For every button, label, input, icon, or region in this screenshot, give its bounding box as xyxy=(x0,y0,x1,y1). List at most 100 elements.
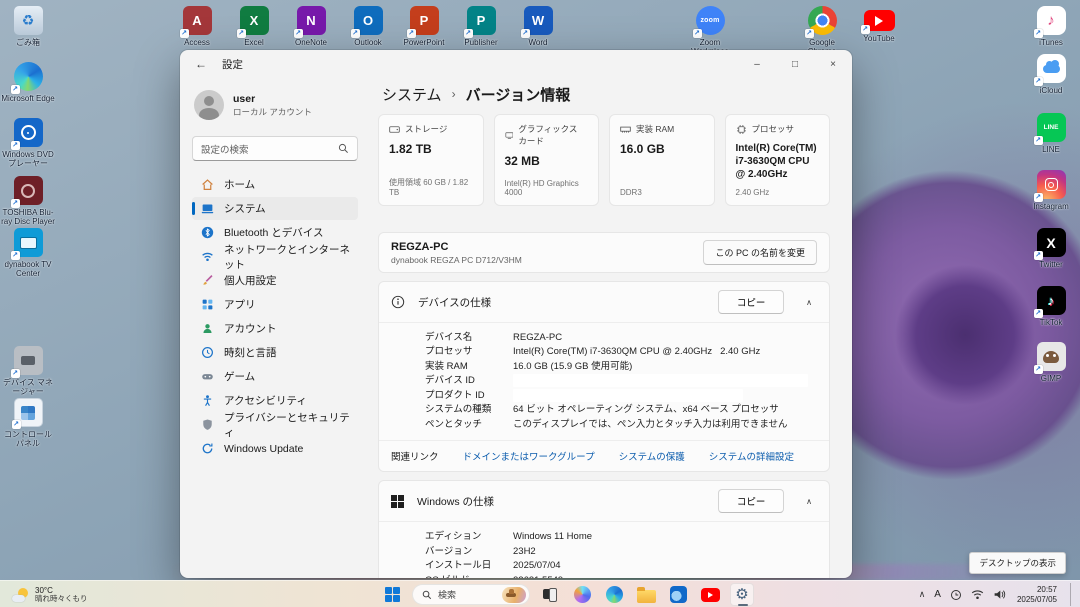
desktop-icon-access[interactable]: A↗ Access xyxy=(169,6,225,47)
nav-item-windows-update[interactable]: Windows Update xyxy=(192,437,358,460)
copy-windows-spec-button[interactable]: コピー xyxy=(718,489,784,513)
account-banner[interactable]: user ローカル アカウント xyxy=(194,90,358,120)
desktop-icon-device-manager[interactable]: ↗ デバイス マネージャー xyxy=(0,346,56,396)
shortcut-arrow-icon: ↗ xyxy=(464,29,473,38)
clock[interactable]: 20:57 2025/07/05 xyxy=(1017,585,1057,605)
chevron-up-icon[interactable]: ∧ xyxy=(806,497,812,506)
desktop-icon-onenote[interactable]: N↗ OneNote xyxy=(283,6,339,47)
desktop-icon-youtube[interactable]: ↗ YouTube xyxy=(851,6,907,43)
outlook-taskbar-button[interactable] xyxy=(666,583,690,606)
ram-icon xyxy=(620,124,631,135)
desktop-icon-powerpoint[interactable]: P↗ PowerPoint xyxy=(396,6,452,47)
taskbar-center: 検索 ⚙ xyxy=(380,583,754,606)
copy-device-spec-button[interactable]: コピー xyxy=(718,290,784,314)
rename-pc-button[interactable]: この PC の名前を変更 xyxy=(703,240,817,265)
settings-search-input[interactable]: 設定の検索 xyxy=(192,136,358,161)
search-placeholder: 設定の検索 xyxy=(201,142,249,156)
line-icon: LINE↗ xyxy=(1037,113,1066,142)
desktop-icon-gimp[interactable]: ↗ GIMP xyxy=(1023,342,1079,383)
youtube-taskbar-button[interactable] xyxy=(698,583,722,606)
desktop-icon-itunes[interactable]: ♪↗ iTunes xyxy=(1023,6,1079,47)
nav-item-time-language[interactable]: 時刻と言語 xyxy=(192,341,358,364)
copilot-button[interactable] xyxy=(570,583,594,606)
itunes-icon: ♪↗ xyxy=(1037,6,1066,35)
nav-item-accounts[interactable]: アカウント xyxy=(192,317,358,340)
desktop-icon-label: コントロール パネル xyxy=(0,430,56,448)
breadcrumb-system[interactable]: システム xyxy=(382,84,442,105)
windows-spec-section: Windows の仕様 コピー ∧ エディションWindows 11 Home … xyxy=(378,480,830,578)
desktop-icon-outlook[interactable]: O↗ Outlook xyxy=(340,6,396,47)
desktop-icon-excel[interactable]: X↗ Excel xyxy=(226,6,282,47)
desktop-icon-twitter[interactable]: X↗ Twitter xyxy=(1023,228,1079,269)
desktop-icon-label: PowerPoint xyxy=(396,38,452,47)
twitter-x-icon: X↗ xyxy=(1037,228,1066,257)
nav-item-privacy-security[interactable]: プライバシーとセキュリティ xyxy=(192,413,358,436)
desktop-icon-edge[interactable]: ↗ Microsoft Edge xyxy=(0,62,56,103)
processor-card: プロセッサ Intel(R) Core(TM) i7-3630QM CPU @ … xyxy=(725,114,831,206)
desktop-icon-tv-center[interactable]: ↗ dynabook TV Center xyxy=(0,228,56,278)
desktop-icon-tiktok[interactable]: ♪↗ TikTok xyxy=(1023,286,1079,327)
desktop-icon-toshiba-bluray[interactable]: ↗ TOSHIBA Blu-ray Disc Player xyxy=(0,176,56,226)
desktop-icon-label: TikTok xyxy=(1023,318,1079,327)
device-spec-header[interactable]: デバイスの仕様 コピー ∧ xyxy=(379,282,829,322)
weather-widget[interactable]: 30°C 晴れ時々くもり xyxy=(7,583,93,606)
desktop-icon-chrome[interactable]: ↗ Google Chrome xyxy=(794,6,850,56)
volume-tray-icon[interactable] xyxy=(993,589,1006,600)
ram-sub: DDR3 xyxy=(620,188,704,197)
desktop-icon-dvd-player[interactable]: ↗ Windows DVD プレーヤー xyxy=(0,118,56,168)
link-system-protection[interactable]: システムの保護 xyxy=(619,449,685,463)
desktop-icon-label: OneNote xyxy=(283,38,339,47)
desktop-icon-instagram[interactable]: ↗ Instagram xyxy=(1023,170,1079,211)
tray-status-icon[interactable] xyxy=(950,589,962,601)
task-view-button[interactable] xyxy=(538,583,562,606)
nav-item-network-internet[interactable]: ネットワークとインターネット xyxy=(192,245,358,268)
maximize-button[interactable]: □ xyxy=(776,50,814,78)
link-domain-workgroup[interactable]: ドメインまたはワークグループ xyxy=(463,449,595,463)
desktop-icon-label: LINE xyxy=(1023,145,1079,154)
device-spec-body: デバイス名REGZA-PC プロセッサIntel(R) Core(TM) i7-… xyxy=(379,322,829,440)
window-title: 設定 xyxy=(222,57,243,72)
cpu-icon xyxy=(736,124,747,135)
file-explorer-button[interactable] xyxy=(634,583,658,606)
shield-icon xyxy=(201,418,214,431)
chevron-up-icon[interactable]: ∧ xyxy=(806,298,812,307)
wifi-tray-icon[interactable] xyxy=(971,589,984,600)
back-button[interactable]: ← xyxy=(190,54,212,74)
minimize-button[interactable]: – xyxy=(738,50,776,78)
ime-indicator[interactable]: A xyxy=(934,589,941,600)
desktop-icon-publisher[interactable]: P↗ Publisher xyxy=(453,6,509,47)
copilot-icon xyxy=(574,586,591,603)
nav-item-apps[interactable]: アプリ xyxy=(192,293,358,316)
update-icon xyxy=(201,442,214,455)
shortcut-arrow-icon: ↗ xyxy=(1034,29,1043,38)
close-button[interactable]: × xyxy=(814,50,852,78)
desktop-icon-icloud[interactable]: ↗ iCloud xyxy=(1023,54,1079,95)
tray-overflow-chevron[interactable]: ∧ xyxy=(919,589,926,600)
desktop-icon-label: Access xyxy=(169,38,225,47)
edge-taskbar-button[interactable] xyxy=(602,583,626,606)
related-links-label: 関連リンク xyxy=(391,449,439,463)
desktop-icon-line[interactable]: LINE↗ LINE xyxy=(1023,113,1079,154)
processor-value: Intel(R) Core(TM) i7-3630QM CPU @ 2.40GH… xyxy=(736,142,820,181)
nav-item-personalization[interactable]: 個人用設定 xyxy=(192,269,358,292)
desktop-icon-zoom[interactable]: zoom↗ Zoom Workplace xyxy=(682,6,738,56)
shortcut-arrow-icon: ↗ xyxy=(1034,136,1043,145)
taskbar-search[interactable]: 検索 xyxy=(412,584,530,605)
windows-start-icon xyxy=(385,587,400,602)
windows-spec-header[interactable]: Windows の仕様 コピー ∧ xyxy=(379,481,829,521)
show-desktop-button[interactable] xyxy=(1070,583,1074,606)
windows-logo-icon xyxy=(391,495,404,508)
pen-touch-value: このディスプレイでは、ペン入力とタッチ入力は利用できません xyxy=(513,418,788,431)
desktop-icon-word[interactable]: W↗ Word xyxy=(510,6,566,47)
link-advanced-system-settings[interactable]: システムの詳細設定 xyxy=(709,449,794,463)
nav-item-system[interactable]: システム xyxy=(192,197,358,220)
desktop-icon-control-panel[interactable]: ↗ コントロール パネル xyxy=(0,398,56,448)
home-icon xyxy=(201,178,214,191)
apps-icon xyxy=(201,298,214,311)
start-button[interactable] xyxy=(380,583,404,606)
shortcut-arrow-icon: ↗ xyxy=(351,29,360,38)
nav-item-home[interactable]: ホーム xyxy=(192,173,358,196)
desktop-icon-recycle-bin[interactable]: ♻ ごみ箱 xyxy=(0,6,56,47)
settings-taskbar-button[interactable]: ⚙ xyxy=(730,583,754,606)
nav-item-gaming[interactable]: ゲーム xyxy=(192,365,358,388)
